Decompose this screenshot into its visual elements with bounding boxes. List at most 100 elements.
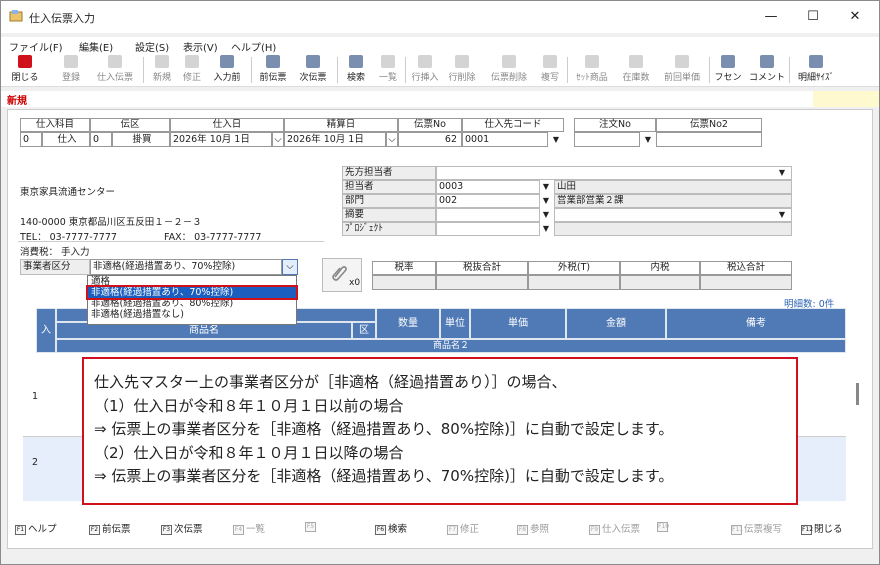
f7-modify-button[interactable]: F7 修正: [447, 521, 479, 535]
supplier-name: 東京家具流通センター: [20, 187, 116, 198]
f4-list-button[interactable]: F4 一覧: [233, 521, 265, 535]
close-tool-button[interactable]: 閉じる: [5, 55, 45, 85]
label-denku: 伝区: [90, 118, 170, 132]
option-hitekikaku-70[interactable]: 非適格(経過措置あり、70%控除): [86, 285, 298, 300]
callout-line: ⇒ 伝票上の事業者区分を［非適格（経過措置あり、80%控除)］に自動で設定します…: [94, 420, 674, 438]
label-supplier-code: 仕入先コード: [462, 118, 564, 132]
prev-slip-icon: [266, 55, 280, 68]
detail-size-button[interactable]: 明細ｻｲｽﾞ: [791, 55, 841, 85]
arrow-doc-icon: [220, 55, 234, 68]
callout-line: 仕入先マスター上の事業者区分が［非適格（経過措置あり）］の場合、: [94, 373, 567, 391]
new-doc-icon: [155, 55, 169, 68]
f2-prev-slip-button[interactable]: F2 前伝票: [89, 521, 131, 535]
denku-code-input[interactable]: 0: [90, 132, 112, 147]
menu-file[interactable]: ファイル(F): [9, 39, 63, 54]
tekiyo-dropdown-icon[interactable]: ▼: [540, 208, 552, 221]
seisan-date-dropdown[interactable]: ⌵: [386, 132, 398, 147]
tekiyo-text-input[interactable]: [554, 208, 792, 222]
bumon-name: 営業部営業２課: [554, 194, 792, 208]
f11-copy-slip-button[interactable]: F11伝票複写: [731, 521, 782, 535]
prev-slip-button[interactable]: 前伝票: [253, 55, 293, 85]
new-button[interactable]: 新規: [147, 55, 177, 85]
kamoku-name: 仕入: [42, 132, 90, 147]
title-bar: 仕入伝票入力 — ☐ ✕: [1, 1, 879, 33]
next-slip-button[interactable]: 次伝票: [293, 55, 333, 85]
detail-size-icon: [809, 55, 823, 68]
col-amount: 金額: [566, 308, 666, 339]
kamoku-code-input[interactable]: 0: [20, 132, 42, 147]
f9-purchase-slip-button[interactable]: F9 仕入伝票: [589, 521, 640, 535]
delete-row-button[interactable]: 行削除: [443, 55, 481, 85]
callout-line: （2）仕入日が令和８年１０月１日以降の場合: [94, 443, 404, 462]
stock-icon: [629, 55, 643, 68]
jigyosha-select[interactable]: 非適格(経過措置あり、70%控除): [90, 259, 282, 275]
insert-row-button[interactable]: 行挿入: [407, 55, 443, 85]
attachment-button[interactable]: x0: [322, 258, 362, 292]
tax-excluded-value: [436, 275, 528, 290]
minimize-button[interactable]: —: [753, 7, 789, 27]
set-product-button[interactable]: ｾｯﾄ商品: [569, 55, 615, 85]
toolbar-separator: [405, 57, 406, 83]
maximize-button[interactable]: ☐: [795, 7, 831, 27]
delete-row-icon: [455, 55, 469, 68]
bumon-dropdown-icon[interactable]: ▼: [540, 194, 552, 207]
f10-button[interactable]: F10: [657, 521, 670, 532]
menu-settings[interactable]: 設定(S): [135, 39, 169, 54]
last-price-button[interactable]: 前回単価: [657, 55, 707, 85]
sticky-note-button[interactable]: フセン: [711, 55, 745, 85]
close-window-button[interactable]: ✕: [837, 7, 873, 27]
seisan-date-input[interactable]: 2026年 10月 1日: [284, 132, 386, 147]
f8-reference-button[interactable]: F8 参照: [517, 521, 549, 535]
option-hitekikaku-80[interactable]: 非適格(経過措置あり、80%控除): [88, 298, 296, 309]
jigyosha-dropdown-button[interactable]: ⌵: [282, 259, 298, 275]
label-senpo-tanto: 先方担当者: [342, 166, 436, 180]
f6-search-button[interactable]: F6 検索: [375, 521, 407, 535]
modify-button[interactable]: 修正: [177, 55, 207, 85]
tanto-dropdown-icon[interactable]: ▼: [540, 180, 552, 193]
search-button[interactable]: 検索: [339, 55, 373, 85]
before-input-button[interactable]: 入力前: [207, 55, 247, 85]
label-shiire-kamoku: 仕入科目: [20, 118, 90, 132]
jigyosha-label: 事業者区分: [20, 259, 90, 275]
senpo-tanto-input[interactable]: [436, 166, 792, 180]
stock-button[interactable]: 在庫数: [615, 55, 657, 85]
order-no-dropdown-icon[interactable]: ▼: [642, 133, 654, 146]
tax-rate-value: [372, 275, 436, 290]
tekiyo-text-dropdown-icon[interactable]: ▼: [776, 208, 788, 221]
shiire-date-input[interactable]: 2026年 10月 1日: [170, 132, 272, 147]
f1-help-button[interactable]: F1 ヘルプ: [15, 521, 57, 535]
eraser-icon: [185, 55, 199, 68]
project-code-input[interactable]: [436, 222, 540, 236]
menu-view[interactable]: 表示(V): [183, 39, 218, 54]
menu-help[interactable]: ヘルプ(H): [231, 39, 276, 54]
label-tekiyo: 摘要: [342, 208, 436, 222]
comment-button[interactable]: コメント: [747, 55, 787, 85]
grid-scrollbar[interactable]: [856, 383, 859, 405]
outer-tax-value: [528, 275, 620, 290]
project-dropdown-icon[interactable]: ▼: [540, 222, 552, 235]
supplier-dropdown-icon[interactable]: ▼: [550, 133, 562, 146]
option-tekikaku[interactable]: 適格: [88, 276, 296, 287]
tanto-code-input[interactable]: 0003: [436, 180, 540, 194]
denpyo-no2-input[interactable]: [656, 132, 762, 147]
supplier-code-input[interactable]: 0001: [462, 132, 548, 147]
window-title: 仕入伝票入力: [29, 12, 95, 25]
order-no-input[interactable]: [574, 132, 640, 147]
last-price-icon: [675, 55, 689, 68]
option-hitekikaku-none[interactable]: 非適格(経過措置なし): [88, 309, 296, 320]
f5-button[interactable]: F5: [305, 521, 318, 532]
shiire-date-dropdown[interactable]: ⌵: [272, 132, 284, 147]
menu-edit[interactable]: 編集(E): [79, 39, 113, 54]
list-button[interactable]: 一覧: [373, 55, 403, 85]
denpyo-no-input[interactable]: 62: [398, 132, 462, 147]
toolbar-separator: [567, 57, 568, 83]
f12-close-button[interactable]: F12閉じる: [801, 521, 843, 535]
senpo-tanto-dropdown-icon[interactable]: ▼: [776, 166, 788, 179]
bumon-code-input[interactable]: 002: [436, 194, 540, 208]
f3-next-slip-button[interactable]: F3 次伝票: [161, 521, 203, 535]
delete-slip-button[interactable]: 伝票削除: [485, 55, 533, 85]
copy-button[interactable]: 複写: [535, 55, 565, 85]
register-button[interactable]: 登録: [53, 55, 89, 85]
tekiyo-code-input[interactable]: [436, 208, 540, 222]
purchase-slip-button[interactable]: 仕入伝票: [91, 55, 139, 85]
